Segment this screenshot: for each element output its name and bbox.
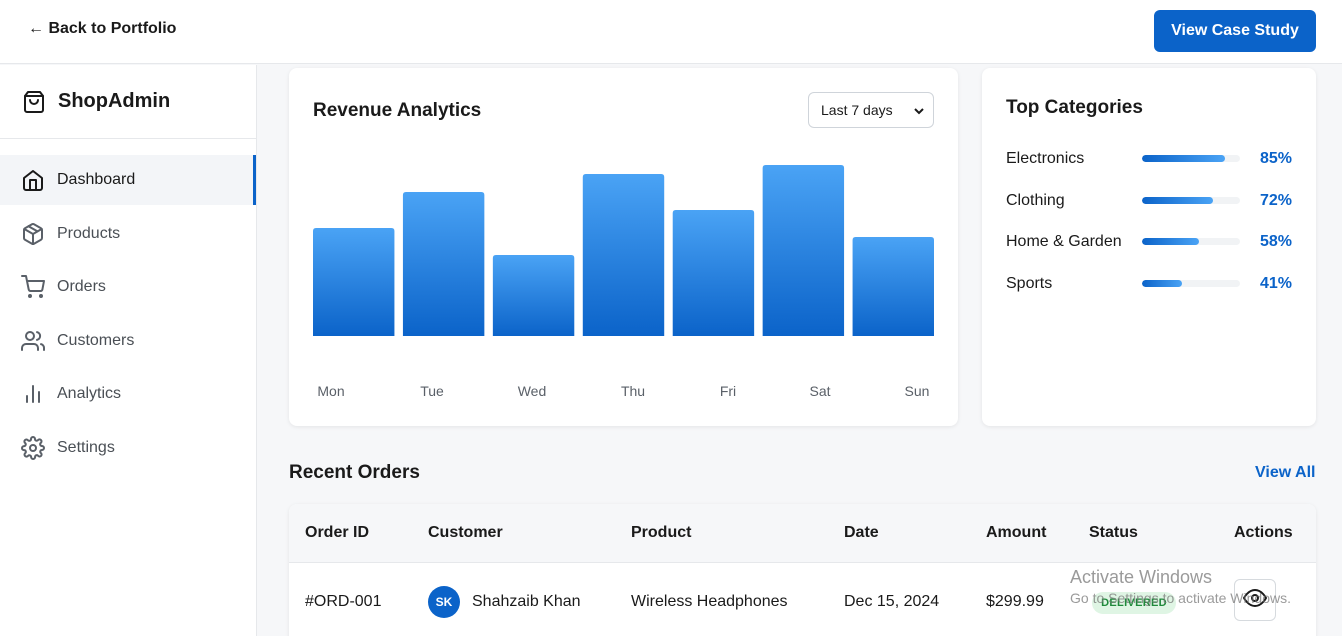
sidebar-item-customers[interactable]: Customers <box>0 316 256 366</box>
bar-thu[interactable] <box>582 174 665 336</box>
x-tick-label: Fri <box>720 383 736 399</box>
x-tick-label: Wed <box>518 383 547 399</box>
sidebar: ShopAdmin Dashboard Products Orders Cust… <box>0 65 257 636</box>
category-progress-fill <box>1142 155 1226 162</box>
category-row-sports: Sports 41% <box>1006 273 1292 295</box>
sidebar-item-analytics[interactable]: Analytics <box>0 369 256 419</box>
category-name: Clothing <box>1006 192 1065 209</box>
recent-orders-title: Recent Orders <box>289 462 420 483</box>
bar-mon[interactable] <box>313 228 395 336</box>
bar-wed[interactable] <box>492 255 575 336</box>
sidebar-item-label: Orders <box>57 278 106 295</box>
column-header-order-id: Order ID <box>305 524 370 541</box>
column-header-status: Status <box>1089 524 1138 541</box>
eye-icon <box>1243 586 1267 615</box>
column-header-amount: Amount <box>986 524 1047 541</box>
category-name: Electronics <box>1006 150 1085 167</box>
sidebar-nav: Dashboard Products Orders Customers Anal… <box>0 155 256 473</box>
view-order-button[interactable] <box>1234 579 1276 621</box>
chevron-down-icon <box>913 104 925 120</box>
top-categories-title: Top Categories <box>1006 97 1143 118</box>
customer-name-cell: Shahzaib Khan <box>472 593 581 610</box>
status-badge: DELIVERED <box>1092 592 1176 614</box>
column-header-product: Product <box>631 524 692 541</box>
cart-icon <box>21 275 45 299</box>
table-header-divider <box>289 562 1316 563</box>
sidebar-item-label: Dashboard <box>57 171 136 188</box>
category-progress-fill <box>1142 197 1213 204</box>
bar-tue[interactable] <box>402 192 485 336</box>
order-id-cell: #ORD-001 <box>305 593 382 610</box>
sidebar-item-label: Analytics <box>57 385 122 402</box>
avatar: SK <box>428 586 460 618</box>
home-icon <box>21 168 45 192</box>
orders-table: Order ID Customer Product Date Amount St… <box>289 504 1316 636</box>
bar-fri[interactable] <box>672 210 755 336</box>
sidebar-item-label: Customers <box>57 331 135 349</box>
category-row-electronics: Electronics 85% <box>1006 148 1292 170</box>
top-bar: ← Back to Portfolio View Case Study <box>0 0 1342 64</box>
column-header-customer: Customer <box>428 524 503 541</box>
x-tick-label: Tue <box>420 383 444 399</box>
top-categories-card: Top Categories Electronics 85% Clothing … <box>982 68 1316 426</box>
product-cell: Wireless Headphones <box>631 593 788 610</box>
category-percent: 85% <box>1259 150 1292 167</box>
category-progress-track <box>1142 197 1240 204</box>
sidebar-item-orders[interactable]: Orders <box>0 262 256 312</box>
users-icon <box>21 329 45 353</box>
revenue-analytics-card: Mon Tue Wed Thu Fri Sat Sun Revenue Analytics … <box>289 68 958 426</box>
category-progress-fill <box>1142 238 1199 245</box>
category-percent: 72% <box>1259 192 1292 209</box>
category-percent: 58% <box>1259 233 1292 250</box>
date-range-value: Last 7 days <box>821 102 893 118</box>
brand: ShopAdmin <box>0 65 256 139</box>
date-cell: Dec 15, 2024 <box>844 593 940 610</box>
brand-name: ShopAdmin <box>58 90 171 112</box>
category-row-home-garden: Home & Garden 58% <box>1006 231 1292 253</box>
x-tick-label: Sat <box>809 383 830 399</box>
sidebar-item-label: Settings <box>57 438 115 456</box>
package-icon <box>21 222 45 246</box>
bar-sat[interactable] <box>762 165 845 336</box>
column-header-actions: Actions <box>1234 524 1293 541</box>
view-case-study-button[interactable]: View Case Study <box>1154 10 1316 52</box>
view-all-orders-link[interactable]: View All <box>1255 464 1315 482</box>
gear-icon <box>21 435 45 460</box>
revenue-analytics-title: Revenue Analytics <box>313 100 482 121</box>
category-progress-track <box>1142 280 1240 287</box>
date-range-select[interactable]: Last 7 days <box>808 92 934 128</box>
column-header-date: Date <box>844 524 879 541</box>
category-progress-track <box>1142 155 1240 162</box>
category-row-clothing: Clothing 72% <box>1006 190 1292 212</box>
bar-sun[interactable] <box>852 237 934 336</box>
amount-cell: $299.99 <box>986 593 1044 610</box>
x-tick-label: Thu <box>621 383 645 399</box>
shopping-bag-icon <box>22 90 46 114</box>
sidebar-item-products[interactable]: Products <box>0 209 256 259</box>
category-progress-track <box>1142 238 1240 245</box>
category-percent: 41% <box>1259 275 1292 292</box>
x-tick-label: Sun <box>905 383 930 399</box>
x-tick-label: Mon <box>317 383 344 399</box>
bar-chart-icon <box>21 382 45 406</box>
sidebar-item-label: Products <box>57 224 121 242</box>
category-name: Sports <box>1006 275 1053 292</box>
category-name: Home & Garden <box>1006 233 1122 250</box>
back-to-portfolio-link[interactable]: ← Back to Portfolio <box>28 20 176 38</box>
sidebar-item-settings[interactable]: Settings <box>0 423 256 473</box>
sidebar-item-dashboard[interactable]: Dashboard <box>0 155 256 205</box>
category-progress-fill <box>1142 280 1183 287</box>
